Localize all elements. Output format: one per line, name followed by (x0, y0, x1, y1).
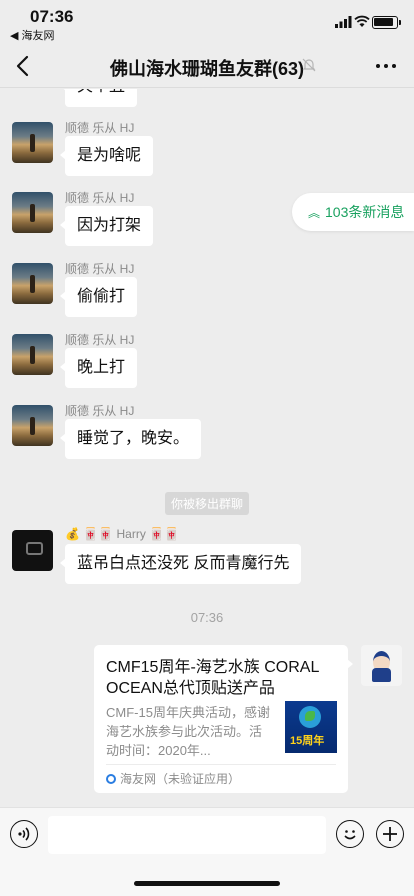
more-actions-button[interactable] (376, 820, 404, 848)
more-options-icon[interactable] (374, 57, 398, 75)
mute-notifications-icon (302, 58, 316, 72)
message-bubble[interactable]: 关个丑 (59, 89, 138, 107)
voice-input-button[interactable] (10, 820, 38, 848)
status-bar: 07:36 ◀ 海友网 (0, 0, 414, 44)
avatar[interactable] (12, 530, 53, 571)
smiley-icon (344, 830, 356, 840)
link-card-title: CMF15周年-海艺水族 CORAL OCEAN总代顶贴送产品 (106, 659, 319, 697)
sender-name: 顺德 乐从 HJ (65, 191, 135, 205)
message-bubble[interactable]: 是为啥呢 (59, 136, 154, 176)
link-card-source: 海友网（未验证应用） (106, 770, 240, 787)
app-source-icon (106, 774, 116, 784)
avatar[interactable] (12, 263, 53, 304)
message-list[interactable]: 关个丑 顺德 乐从 HJ 是为啥呢 顺德 乐从 HJ 因为打架 顺德 乐从 HJ… (0, 89, 414, 807)
home-indicator[interactable] (134, 881, 280, 886)
sender-name: 顺德 乐从 HJ (65, 333, 135, 347)
link-card-divider (106, 764, 336, 765)
my-avatar[interactable] (361, 645, 402, 686)
avatar[interactable] (12, 334, 53, 375)
avatar[interactable] (12, 122, 53, 163)
wifi-icon (354, 15, 370, 27)
system-notice: 你被移出群聊 (0, 492, 414, 515)
link-card-source-label: 海友网（未验证应用） (120, 772, 241, 786)
timestamp: 07:36 (190, 610, 224, 625)
message-bubble[interactable]: 因为打架 (59, 206, 154, 246)
chat-title: 佛山海水珊瑚鱼友群(63) (109, 59, 304, 79)
cellular-signal-icon (335, 16, 352, 28)
chat-header: 佛山海水珊瑚鱼友群(63) (0, 44, 414, 88)
double-chevron-up-icon: ︽ (308, 206, 321, 220)
link-card[interactable]: CMF15周年-海艺水族 CORAL OCEAN总代顶贴送产品 CMF-15周年… (94, 645, 353, 793)
globe-icon (299, 706, 321, 728)
message-input[interactable] (48, 816, 326, 854)
link-card-description: CMF-15周年庆典活动，感谢海艺水族参与此次活动。活动时间：2020年... (106, 705, 270, 758)
emoji-button[interactable] (336, 820, 364, 848)
avatar[interactable] (12, 192, 53, 233)
sender-name: 顺德 乐从 HJ (65, 121, 135, 135)
thumbnail-caption: 15周年 (290, 735, 325, 747)
sender-name: 顺德 乐从 HJ (65, 262, 135, 276)
back-to-app-link[interactable]: ◀ 海友网 (10, 27, 55, 43)
system-notice-text: 你被移出群聊 (164, 492, 249, 515)
message-bubble[interactable]: 蓝吊白点还没死 反而青魔行先 (59, 544, 302, 584)
message-bubble[interactable]: 睡觉了，晚安。 (59, 419, 202, 459)
message-bubble[interactable]: 晚上打 (59, 348, 138, 388)
new-messages-label: 103条新消息 (325, 204, 405, 220)
sender-name: 💰 🀄🀄 Harry 🀄🀄 (65, 527, 180, 541)
link-card-thumbnail: 15周年 (285, 701, 337, 753)
status-time: 07:36 (30, 7, 74, 26)
voice-icon (18, 827, 30, 841)
avatar[interactable] (12, 405, 53, 446)
new-messages-button[interactable]: ︽ 103条新消息 (292, 193, 414, 231)
plus-icon (383, 827, 397, 841)
message-bubble[interactable]: 偷偷打 (59, 277, 138, 317)
battery-icon (372, 16, 401, 29)
sender-name: 顺德 乐从 HJ (65, 404, 135, 418)
